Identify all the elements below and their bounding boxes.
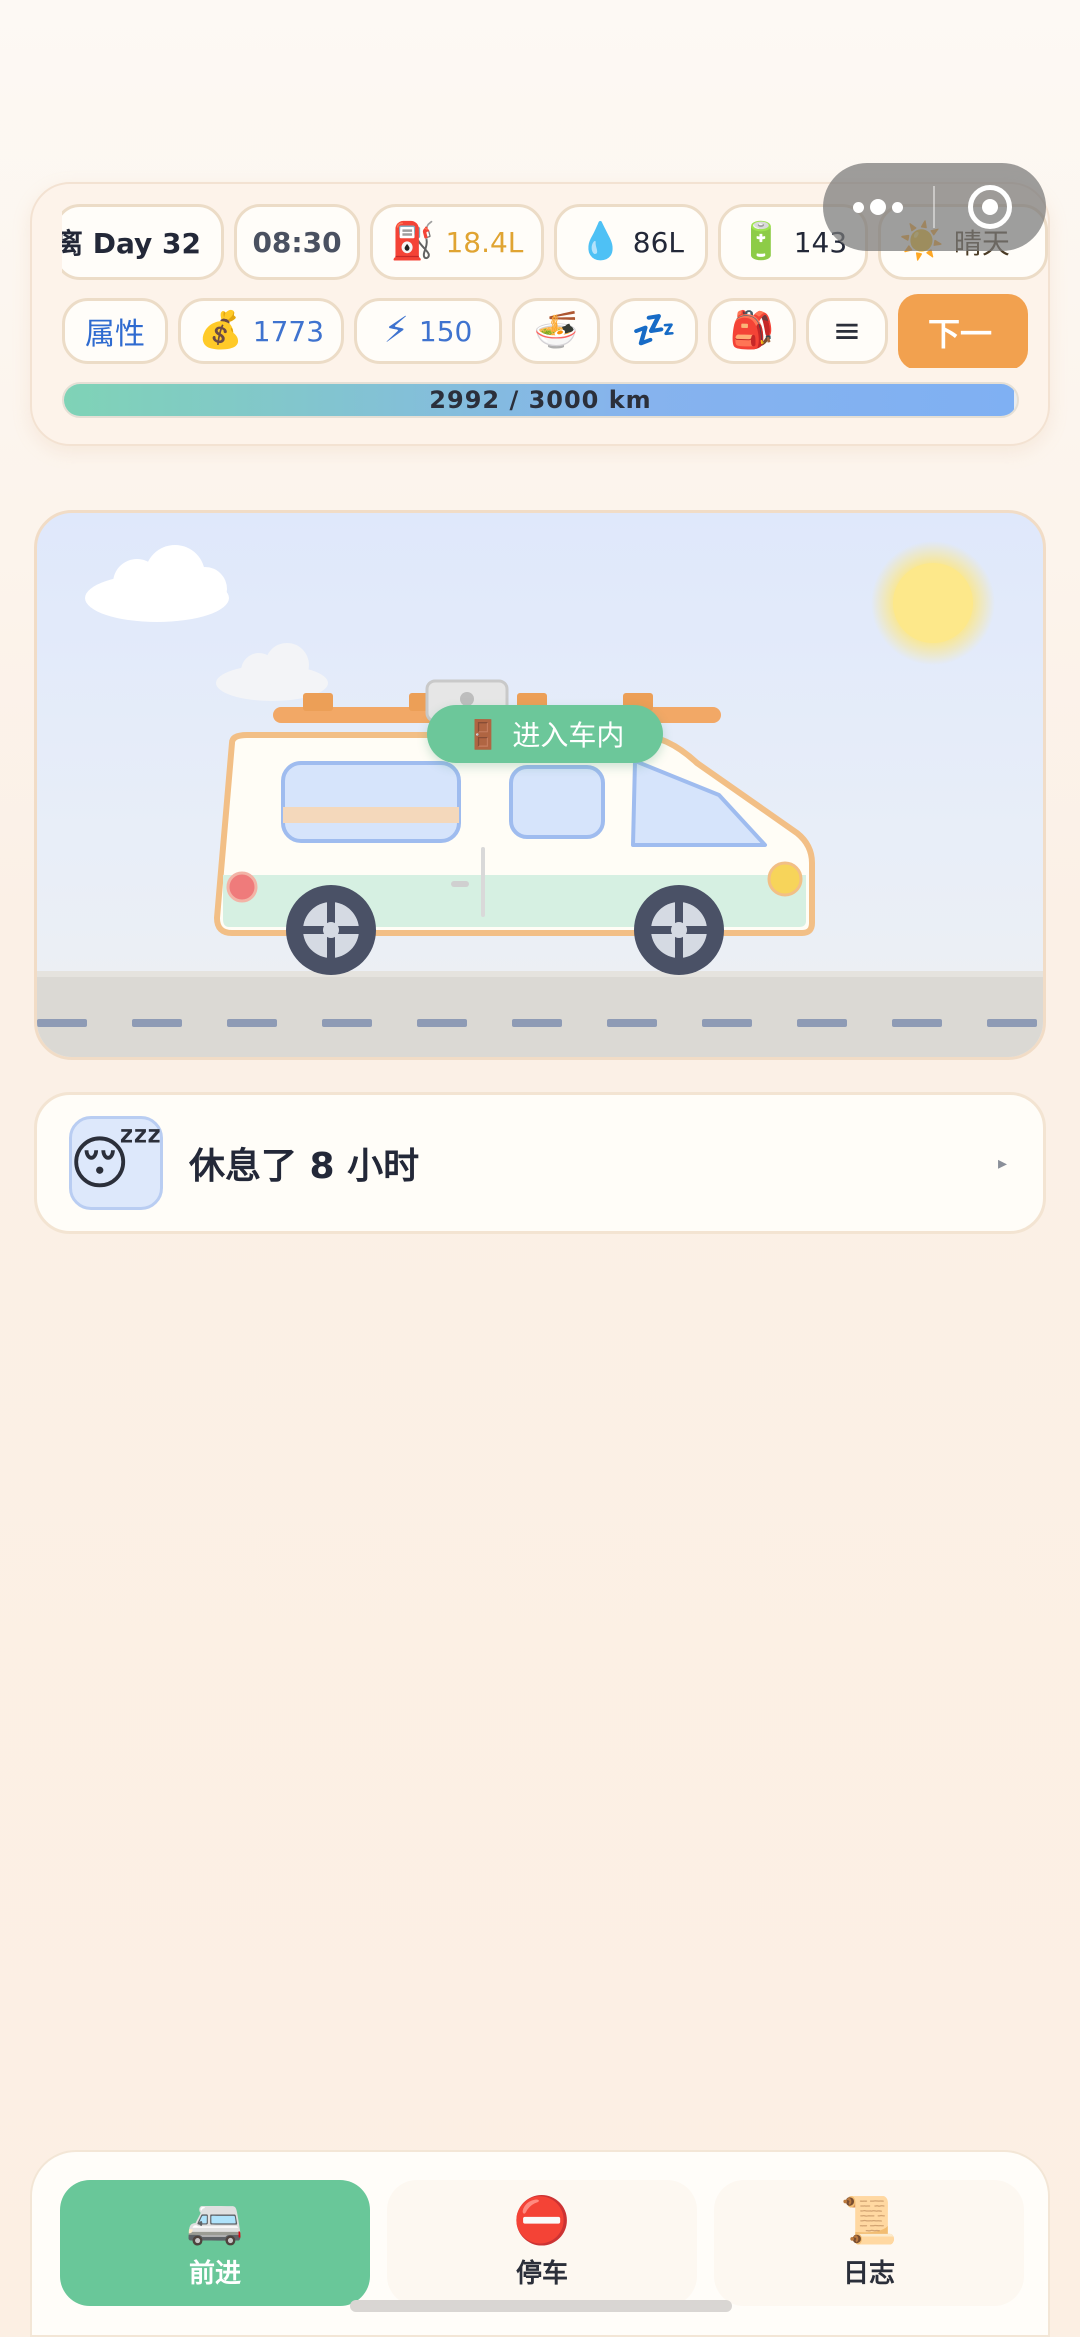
day-label: 撤离 Day 32 xyxy=(62,227,201,260)
no-entry-icon: ⛔ xyxy=(513,2192,571,2247)
battery-icon: 🔋 xyxy=(738,221,784,262)
more-options-icon[interactable] xyxy=(823,199,933,215)
event-text: 休息了 8 小时 xyxy=(189,1146,420,1187)
wheel-front xyxy=(634,885,724,975)
scene-illustration xyxy=(37,541,1043,1057)
enter-vehicle-button[interactable]: 🚪 进入车内 xyxy=(427,705,663,763)
energy-value: 150 xyxy=(418,314,473,348)
fuel-value: 18.4L xyxy=(445,225,524,259)
door-icon: 🚪 xyxy=(465,717,501,751)
money-value: 1773 xyxy=(252,314,325,348)
time-badge: 08:30 xyxy=(234,204,360,280)
fuel-pump-icon: ⛽ xyxy=(390,221,436,262)
time-value: 08:30 xyxy=(252,225,342,259)
cloud-small xyxy=(216,643,328,701)
fuel-badge[interactable]: ⛽ 18.4L xyxy=(370,204,544,280)
nav-log[interactable]: 📜 日志 xyxy=(714,2180,1024,2306)
water-drop-icon: 💧 xyxy=(577,221,623,262)
close-miniprogram-icon[interactable] xyxy=(935,185,1045,229)
money-badge[interactable]: 💰 1773 xyxy=(178,298,344,364)
backpack-button[interactable]: 🎒 xyxy=(708,298,796,364)
wheel-rear xyxy=(286,885,376,975)
nav-log-label: 日志 xyxy=(842,2258,895,2289)
status-row-secondary: 属性 💰 1773 ⚡ 150 🍜 💤 🎒 ≡ 下一 xyxy=(62,294,1050,368)
miniprogram-capsule xyxy=(823,163,1046,251)
energy-badge[interactable]: ⚡ 150 xyxy=(354,298,502,364)
menu-icon: ≡ xyxy=(832,311,862,351)
next-label: 下一 xyxy=(928,315,993,353)
distance-progress-text: 2992 / 3000 km xyxy=(429,386,652,414)
road-scene: 🚪 进入车内 xyxy=(34,510,1046,1060)
next-button[interactable]: 下一 xyxy=(898,294,1028,368)
sleeping-face-icon: 😴 xyxy=(69,1116,163,1210)
distance-progress-bar: 2992 / 3000 km xyxy=(62,382,1019,418)
nav-park-label: 停车 xyxy=(515,2258,568,2289)
water-badge[interactable]: 💧 86L xyxy=(554,204,708,280)
van-icon: 🚐 xyxy=(186,2192,244,2247)
sleep-button[interactable]: 💤 xyxy=(610,298,698,364)
noodle-bowl-icon: 🍜 xyxy=(533,310,579,351)
sleep-icon: 💤 xyxy=(631,310,677,351)
menu-button[interactable]: ≡ xyxy=(806,298,888,364)
water-value: 86L xyxy=(632,225,685,259)
day-badge: 撤离 Day 32 xyxy=(62,204,224,280)
attributes-label: 属性 xyxy=(85,317,145,352)
nav-advance[interactable]: 🚐 前进 xyxy=(60,2180,370,2306)
event-card[interactable]: 😴 休息了 8 小时 ▸ xyxy=(34,1092,1046,1234)
lightning-icon: ⚡ xyxy=(383,310,409,351)
backpack-icon: 🎒 xyxy=(729,310,775,351)
money-bag-icon: 💰 xyxy=(197,310,243,351)
nav-advance-label: 前进 xyxy=(188,2258,241,2289)
attributes-button[interactable]: 属性 xyxy=(62,298,168,364)
expand-arrow-icon[interactable]: ▸ xyxy=(998,1153,1007,1174)
cloud xyxy=(85,545,229,622)
home-indicator xyxy=(350,2300,732,2312)
road xyxy=(37,971,1043,1057)
food-button[interactable]: 🍜 xyxy=(512,298,600,364)
nav-park[interactable]: ⛔ 停车 xyxy=(387,2180,697,2306)
enter-vehicle-label: 进入车内 xyxy=(512,719,625,752)
scroll-icon: 📜 xyxy=(840,2192,898,2247)
